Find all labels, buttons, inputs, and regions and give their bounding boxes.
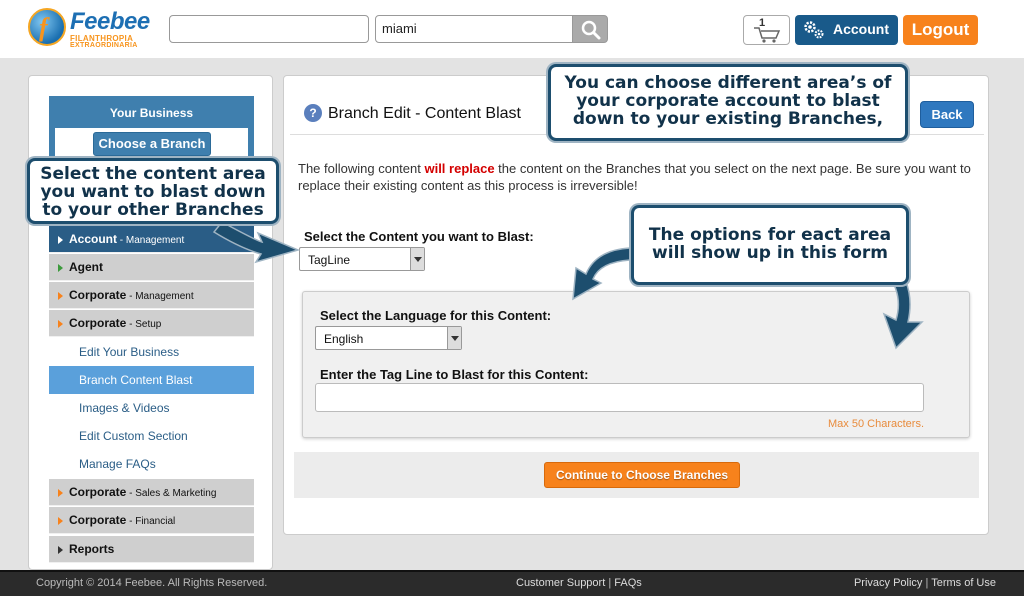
expand-triangle-icon: [58, 320, 63, 328]
header: f Feebee FILANTHROPIA EXTRAORDINARIA mia…: [0, 0, 1024, 58]
logo-tagline-2: EXTRAORDINARIA: [70, 42, 138, 49]
callout-line: you want to blast down: [40, 182, 266, 202]
sidebar-item-sublabel: - Sales & Marketing: [126, 488, 217, 499]
callout-line: You can choose different area’s of: [564, 73, 892, 93]
sidebar-subitem-edit-your-business[interactable]: Edit Your Business: [49, 338, 254, 366]
sidebar-item-corporate-financial[interactable]: Corporate - Financial: [49, 507, 254, 534]
footer-separator: |: [605, 577, 615, 589]
expand-triangle-icon: [58, 489, 63, 497]
callout-line: your corporate account to blast: [576, 91, 880, 111]
sidebar-item-sublabel: - Management: [117, 235, 185, 246]
expand-triangle-icon: [58, 264, 63, 272]
max-chars-hint: Max 50 Characters.: [828, 418, 924, 430]
sidebar-subitem-images-videos[interactable]: Images & Videos: [49, 394, 254, 422]
sidebar-header: Your Business Choose a Branch: [49, 96, 254, 166]
logout-button[interactable]: Logout: [903, 15, 978, 45]
intro-warning-text: will replace: [424, 161, 495, 176]
search-icon: [581, 20, 601, 40]
back-button[interactable]: Back: [920, 101, 974, 128]
footer-divider: [0, 570, 1024, 572]
sidebar-item-label: Corporate: [69, 288, 127, 302]
privacy-policy-link[interactable]: Privacy Policy: [854, 577, 922, 589]
logo-name: Feebee: [70, 8, 150, 35]
dropdown-arrow-icon: [410, 248, 424, 270]
account-button[interactable]: Account: [795, 15, 898, 45]
callout-select-content: Select the content area you want to blas…: [27, 158, 279, 224]
callout-choose-area: You can choose different area’s of your …: [548, 64, 908, 141]
cart-button[interactable]: 1: [743, 15, 790, 45]
sidebar-item-label: Reports: [69, 542, 115, 556]
faqs-link[interactable]: FAQs: [614, 577, 642, 589]
expand-triangle-icon: [58, 546, 63, 554]
sidebar-item-reports[interactable]: Reports: [49, 536, 254, 563]
language-select[interactable]: English: [315, 326, 462, 350]
action-bar: Continue to Choose Branches: [294, 452, 979, 498]
footer-separator: |: [922, 577, 932, 589]
sidebar-branch-box: Choose a Branch: [55, 128, 248, 162]
cart-icon: [754, 27, 781, 43]
callout-line: down to your existing Branches,: [572, 109, 884, 129]
help-icon[interactable]: ?: [304, 104, 322, 122]
callout-options-form: The options for eact area will show up i…: [631, 205, 909, 285]
terms-of-use-link[interactable]: Terms of Use: [931, 577, 996, 589]
footer-support-links: Customer Support | FAQs: [516, 577, 642, 589]
sidebar-item-corporate-sales-marketing[interactable]: Corporate - Sales & Marketing: [49, 479, 254, 506]
language-selected: English: [324, 332, 364, 346]
tagline-label: Enter the Tag Line to Blast for this Con…: [320, 367, 589, 382]
search-keyword-input[interactable]: [169, 15, 369, 43]
expand-triangle-icon: [58, 292, 63, 300]
sidebar-item-corporate-management[interactable]: Corporate - Management: [49, 282, 254, 309]
sidebar-subitem-manage-faqs[interactable]: Manage FAQs: [49, 450, 254, 478]
sidebar-item-account[interactable]: Account - Management: [49, 226, 254, 253]
sidebar-title: Your Business: [109, 106, 194, 120]
copyright-text: Copyright © 2014 Feebee. All Rights Rese…: [36, 577, 268, 589]
customer-support-link[interactable]: Customer Support: [516, 577, 605, 589]
sidebar-item-label: Corporate: [69, 485, 127, 499]
sidebar-item-sublabel: - Setup: [126, 319, 162, 330]
intro-text-start: The following content: [298, 161, 425, 176]
sidebar-item-sublabel: - Financial: [126, 516, 176, 527]
language-label: Select the Language for this Content:: [320, 308, 552, 323]
sidebar-item-corporate-setup[interactable]: Corporate - Setup: [49, 310, 254, 337]
expand-triangle-icon: [58, 236, 63, 244]
expand-triangle-icon: [58, 517, 63, 525]
content-options-form: Select the Language for this Content: En…: [302, 291, 970, 438]
callout-line: Select the content area: [40, 164, 266, 184]
logo-globe-icon: f: [28, 8, 66, 46]
callout-line: The options for eact area: [648, 225, 892, 245]
tagline-input[interactable]: [315, 383, 924, 412]
sidebar: Your Business Choose a Branch Account - …: [28, 75, 273, 570]
footer-legal-links: Privacy Policy | Terms of Use: [854, 577, 996, 589]
sidebar-subitem-edit-custom-section[interactable]: Edit Custom Section: [49, 422, 254, 450]
sidebar-item-label: Corporate: [69, 316, 127, 330]
main-panel: ? Branch Edit - Content Blast Back The f…: [283, 75, 989, 535]
choose-branch-button[interactable]: Choose a Branch: [93, 132, 211, 156]
blast-content-selected: TagLine: [308, 253, 351, 267]
footer: Copyright © 2014 Feebee. All Rights Rese…: [0, 570, 1024, 596]
search-location-input[interactable]: miami: [375, 15, 573, 43]
dropdown-arrow-icon: [447, 327, 461, 349]
gear-icon: [804, 21, 824, 39]
sidebar-item-label: Agent: [69, 260, 103, 274]
search-button[interactable]: [572, 15, 608, 43]
sidebar-item-label: Account: [69, 232, 117, 246]
account-label: Account: [833, 21, 889, 37]
callout-line: to your other Branches: [42, 200, 264, 220]
intro-text: The following content will replace the c…: [298, 160, 978, 194]
callout-line: will show up in this form: [652, 243, 888, 263]
blast-content-select[interactable]: TagLine: [299, 247, 425, 271]
continue-button[interactable]: Continue to Choose Branches: [544, 462, 740, 488]
sidebar-item-agent[interactable]: Agent: [49, 254, 254, 281]
page-title: Branch Edit - Content Blast: [328, 105, 521, 122]
feebee-logo[interactable]: f Feebee FILANTHROPIA EXTRAORDINARIA: [28, 8, 158, 49]
sidebar-item-sublabel: - Management: [126, 291, 194, 302]
sidebar-subitem-branch-content-blast[interactable]: Branch Content Blast: [49, 366, 254, 394]
sidebar-item-label: Corporate: [69, 513, 127, 527]
blast-content-label: Select the Content you want to Blast:: [304, 229, 534, 244]
